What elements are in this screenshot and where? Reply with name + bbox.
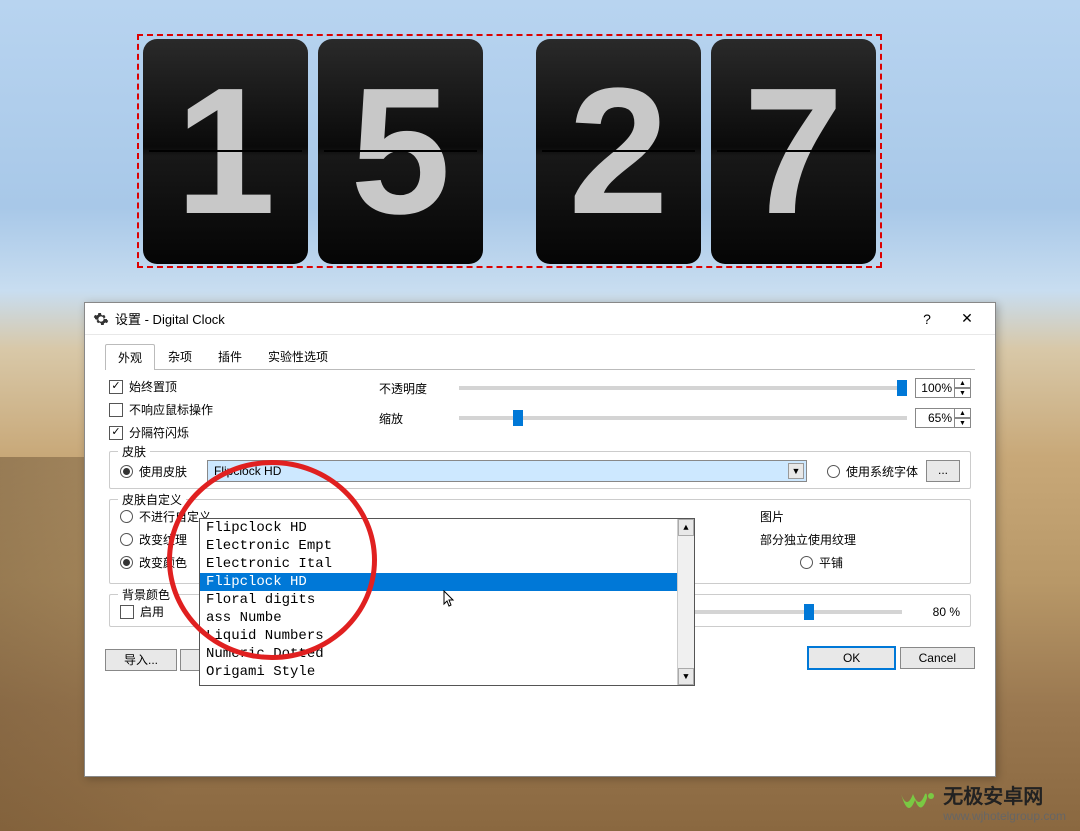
gear-icon [93,311,109,327]
scroll-up-icon[interactable]: ▲ [678,519,694,536]
list-item[interactable]: Flipclock HD [200,573,677,591]
change-color-label: 改变颜色 [139,554,187,571]
list-item[interactable]: ass Numbe [200,609,677,627]
bg-enable-checkbox[interactable] [120,605,134,619]
tile-radio[interactable] [800,556,813,569]
use-skin-radio[interactable] [120,465,133,478]
font-browse-button[interactable]: ... [926,460,960,482]
change-texture-radio[interactable] [120,533,133,546]
skin-combo[interactable]: Flipclock HD ▼ [207,460,807,482]
watermark-url: www.wjhotelgroup.com [943,809,1066,823]
watermark-brand: 无极安卓网 [943,780,1066,809]
titlebar[interactable]: 设置 - Digital Clock ? ✕ [85,303,995,335]
list-item[interactable]: Numeric Dotted [200,645,677,663]
spin-down[interactable]: ▼ [955,388,971,398]
opacity-input[interactable] [915,378,955,398]
no-custom-radio[interactable] [120,510,133,523]
use-font-label: 使用系统字体 [846,463,918,480]
spin-up[interactable]: ▲ [955,408,971,418]
opacity-slider[interactable] [459,386,907,390]
use-skin-label: 使用皮肤 [139,463,187,480]
sep-flash-checkbox[interactable] [109,426,123,440]
zoom-slider[interactable] [459,416,907,420]
list-item[interactable]: Flipclock HD [200,519,677,537]
list-item[interactable]: Electronic Ital [200,555,677,573]
zoom-label: 缩放 [379,410,451,427]
change-texture-label: 改变纹理 [139,531,187,548]
use-font-radio[interactable] [827,465,840,478]
list-item[interactable]: Floral digits [200,591,677,609]
ok-button[interactable]: OK [807,646,896,670]
ignore-mouse-checkbox[interactable] [109,403,123,417]
bg-opacity-value: 80 % [910,605,960,619]
opacity-label: 不透明度 [379,380,451,397]
close-button[interactable]: ✕ [947,304,987,334]
watermark-logo-icon [897,786,937,818]
spin-up[interactable]: ▲ [955,378,971,388]
list-item[interactable]: Electronic Empt [200,537,677,555]
tab-experimental[interactable]: 实验性选项 [255,343,341,369]
scroll-down-icon[interactable]: ▼ [678,668,694,685]
cancel-button[interactable]: Cancel [900,647,975,669]
ignore-mouse-label: 不响应鼠标操作 [129,401,213,418]
bgcolor-title: 背景颜色 [118,586,174,603]
sep-flash-label: 分隔符闪烁 [129,424,189,441]
change-color-radio[interactable] [120,556,133,569]
flip-digit: 5 [318,39,483,264]
import-button[interactable]: 导入... [105,649,177,671]
skin-custom-title: 皮肤自定义 [118,491,186,508]
flipclock-widget[interactable]: 1 5 2 7 [137,34,882,268]
skin-dropdown-list[interactable]: Flipclock HD Electronic Empt Electronic … [199,518,695,686]
parts-label: 部分独立使用纹理 [760,531,856,548]
tabs: 外观 杂项 插件 实验性选项 [105,343,975,370]
image-label: 图片 [760,508,784,525]
settings-dialog: 设置 - Digital Clock ? ✕ 外观 杂项 插件 实验性选项 始终… [84,302,996,777]
help-button[interactable]: ? [907,304,947,334]
always-on-top-label: 始终置顶 [129,378,177,395]
flip-digit: 2 [536,39,701,264]
tab-plugin[interactable]: 插件 [205,343,255,369]
list-item[interactable]: Liquid Numbers [200,627,677,645]
skin-group-title: 皮肤 [118,443,150,460]
zoom-input[interactable] [915,408,955,428]
spin-down[interactable]: ▼ [955,418,971,428]
flip-digit: 7 [711,39,876,264]
bg-enable-label: 启用 [140,603,164,620]
tab-misc[interactable]: 杂项 [155,343,205,369]
tab-appearance[interactable]: 外观 [105,344,155,370]
list-item[interactable]: Origami Style [200,663,677,681]
always-on-top-checkbox[interactable] [109,380,123,394]
tile-label: 平铺 [819,554,843,571]
watermark: 无极安卓网 www.wjhotelgroup.com [897,780,1066,823]
chevron-down-icon[interactable]: ▼ [788,463,804,479]
skin-group: 皮肤 使用皮肤 Flipclock HD ▼ 使用系统字体 ... [109,451,971,489]
dialog-title: 设置 - Digital Clock [115,309,907,328]
scrollbar[interactable]: ▲ ▼ [677,519,694,685]
flip-digit: 1 [143,39,308,264]
